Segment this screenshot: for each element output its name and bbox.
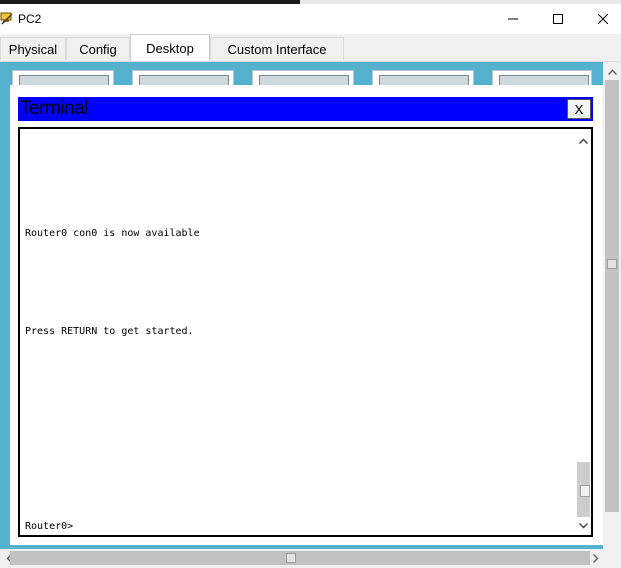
console-line: Press RETURN to get started. bbox=[25, 326, 194, 337]
close-button[interactable] bbox=[580, 4, 621, 34]
desktop-horizontal-scrollbar[interactable] bbox=[0, 549, 621, 568]
console-scroll-up[interactable] bbox=[576, 132, 591, 149]
tab-config[interactable]: Config bbox=[66, 37, 130, 60]
packet-tracer-pc-icon bbox=[0, 11, 14, 25]
tab-custom-interface[interactable]: Custom Interface bbox=[210, 37, 344, 60]
chevron-up-icon bbox=[608, 69, 617, 75]
tab-physical[interactable]: Physical bbox=[0, 37, 66, 60]
console-scrollbar[interactable] bbox=[576, 129, 591, 535]
terminal-console[interactable]: Router0 con0 is now available Press RETU… bbox=[18, 127, 593, 537]
console-scroll-thumb[interactable] bbox=[577, 462, 590, 517]
window-titlebar[interactable]: PC2 bbox=[0, 4, 621, 34]
chevron-right-icon bbox=[592, 554, 598, 563]
vertical-scroll-thumb[interactable] bbox=[605, 80, 619, 512]
thumb-grip bbox=[607, 259, 617, 269]
console-scroll-down[interactable] bbox=[576, 517, 591, 534]
minimize-icon bbox=[508, 18, 518, 20]
scroll-right-arrow[interactable] bbox=[587, 550, 604, 567]
thumb-grip bbox=[580, 485, 590, 497]
window-title: PC2 bbox=[18, 12, 42, 26]
maximize-button[interactable] bbox=[535, 4, 581, 34]
desktop-vertical-scrollbar[interactable] bbox=[603, 62, 621, 549]
maximize-icon bbox=[553, 14, 563, 24]
chevron-up-icon bbox=[579, 138, 588, 144]
terminal-header: Terminal X bbox=[18, 97, 593, 121]
thumb-grip bbox=[286, 553, 296, 563]
terminal-close-button[interactable]: X bbox=[567, 99, 591, 119]
chevron-down-icon bbox=[579, 522, 588, 528]
tab-bar: Physical Config Desktop Custom Interface bbox=[0, 34, 621, 62]
close-icon bbox=[598, 14, 608, 24]
terminal-title: Terminal bbox=[20, 98, 88, 119]
minimize-button[interactable] bbox=[490, 4, 536, 34]
console-line: Router0 con0 is now available bbox=[25, 228, 200, 239]
tab-desktop[interactable]: Desktop bbox=[130, 34, 210, 61]
console-prompt: Router0> bbox=[25, 521, 74, 532]
scroll-up-arrow[interactable] bbox=[604, 63, 621, 80]
horizontal-scroll-thumb[interactable] bbox=[10, 551, 590, 565]
